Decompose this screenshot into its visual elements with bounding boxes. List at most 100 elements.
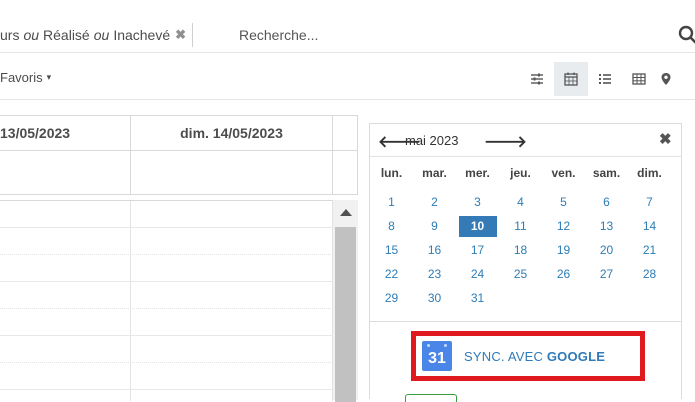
google-calendar-icon-number: 31 [428,350,446,368]
facet-value-1: urs [0,27,19,43]
dow-label: dim. [628,166,671,180]
day-cell[interactable]: 23 [413,264,456,285]
day-cell[interactable]: 6 [585,192,628,213]
vertical-scrollbar[interactable] [333,200,358,400]
allday-cell-14[interactable] [131,151,333,195]
search-underline [0,52,695,53]
day-cell[interactable]: 7 [628,192,671,213]
allday-cell-spacer [333,151,358,195]
day-cell[interactable]: 13 [585,216,628,237]
search-facet[interactable]: urs ou Réalisé ou Inachevé ✖ [0,23,193,47]
dow-label: lun. [370,166,413,180]
day-cell[interactable]: 2 [413,192,456,213]
view-table-button[interactable] [622,62,656,96]
day-cell[interactable]: 16 [413,240,456,261]
scroll-up-arrow-icon[interactable] [340,209,352,216]
search-bar: urs ou Réalisé ou Inachevé ✖ [0,0,695,56]
day-cell[interactable]: 19 [542,240,585,261]
day-cell[interactable]: 25 [499,264,542,285]
day-cell[interactable]: 22 [370,264,413,285]
control-panel: Favoris ▾ [0,60,695,98]
day-cell[interactable]: 14 [628,216,671,237]
view-calendar-button[interactable] [554,62,588,96]
view-list-button[interactable] [588,62,622,96]
table-icon [632,72,646,86]
day-cell[interactable]: 3 [456,192,499,213]
search-icon[interactable] [678,25,695,45]
day-cell[interactable]: 29 [370,288,413,309]
time-column-13[interactable] [0,201,131,401]
hour-line [0,389,333,390]
day-cell[interactable]: 28 [628,264,671,285]
half-hour-line [0,308,333,309]
day-cell[interactable]: 8 [370,216,413,237]
caret-down-icon: ▾ [47,72,52,83]
day-cell[interactable]: 9 [413,216,456,237]
time-grid[interactable] [0,200,333,400]
day-cell[interactable]: 4 [499,192,542,213]
settings-sliders-icon [530,72,544,86]
dow-label: jeu. [499,166,542,180]
day-cell-empty [499,288,542,309]
half-hour-line [0,254,333,255]
month-label: mai 2023 [405,133,458,148]
day-header-spacer [333,116,358,151]
google-sync-button[interactable]: 31 SYNC. AVEC GOOGLE [411,331,645,381]
hour-line [0,227,333,228]
day-cell[interactable]: 21 [628,240,671,261]
day-cell[interactable]: 24 [456,264,499,285]
view-settings-button[interactable] [520,62,554,96]
week-row: 8 9 10 11 12 13 14 [370,216,681,237]
scroll-thumb[interactable] [335,227,356,402]
week-row: 15 16 17 18 19 20 21 [370,240,681,261]
mini-calendar: 🡐 mai 2023 🡒 ✖ lun. mar. mer. jeu. ven. … [369,123,682,322]
day-header-13[interactable]: 13/05/2023 [0,116,131,151]
mini-calendar-header: 🡐 mai 2023 🡒 ✖ [370,124,681,157]
week-row: 22 23 24 25 26 27 28 [370,264,681,285]
day-cell[interactable]: 12 [542,216,585,237]
time-column-14[interactable] [131,201,333,401]
day-cell[interactable]: 17 [456,240,499,261]
dow-label: mar. [413,166,456,180]
day-cell[interactable]: 31 [456,288,499,309]
week-row: 29 30 31 [370,288,681,309]
main-divider [0,99,695,100]
sync-label-brand: GOOGLE [547,349,605,364]
facet-remove-icon[interactable]: ✖ [175,27,186,43]
day-cell[interactable]: 11 [499,216,542,237]
google-sync-area: 31 SYNC. AVEC GOOGLE [369,322,682,399]
hour-line [0,281,333,282]
list-icon [598,72,612,86]
view-map-button[interactable] [656,62,676,96]
day-cell[interactable]: 20 [585,240,628,261]
allday-cell-13[interactable] [0,151,131,195]
facet-value-3: Inachevé [113,27,170,43]
close-icon[interactable]: ✖ [659,130,672,148]
dow-label: ven. [542,166,585,180]
map-pin-icon [660,72,672,86]
calendar-week-view: 13/05/2023 dim. 14/05/2023 [0,115,358,399]
day-cell-selected[interactable]: 10 [459,216,497,237]
week-row: 1 2 3 4 5 6 7 [370,192,681,213]
day-cell[interactable]: 27 [585,264,628,285]
favorites-label: Favoris [0,70,43,85]
search-input[interactable] [237,23,637,47]
day-cell[interactable]: 1 [370,192,413,213]
day-cell[interactable]: 26 [542,264,585,285]
day-cell[interactable]: 18 [499,240,542,261]
dow-label: mer. [456,166,499,180]
half-hour-line [0,362,333,363]
day-cell[interactable]: 5 [542,192,585,213]
facet-or-2: ou [94,27,110,43]
next-month-arrow-icon[interactable]: 🡒 [484,131,527,152]
sync-label: SYNC. AVEC GOOGLE [464,349,605,364]
day-cell[interactable]: 15 [370,240,413,261]
hour-line [0,335,333,336]
partial-button-edge [405,394,457,402]
favorites-dropdown[interactable]: Favoris ▾ [0,70,51,85]
day-cell[interactable]: 30 [413,288,456,309]
facet-or-1: ou [23,27,39,43]
calendar-icon [564,72,578,86]
google-calendar-icon: 31 [422,341,452,371]
day-header-14[interactable]: dim. 14/05/2023 [131,116,333,151]
